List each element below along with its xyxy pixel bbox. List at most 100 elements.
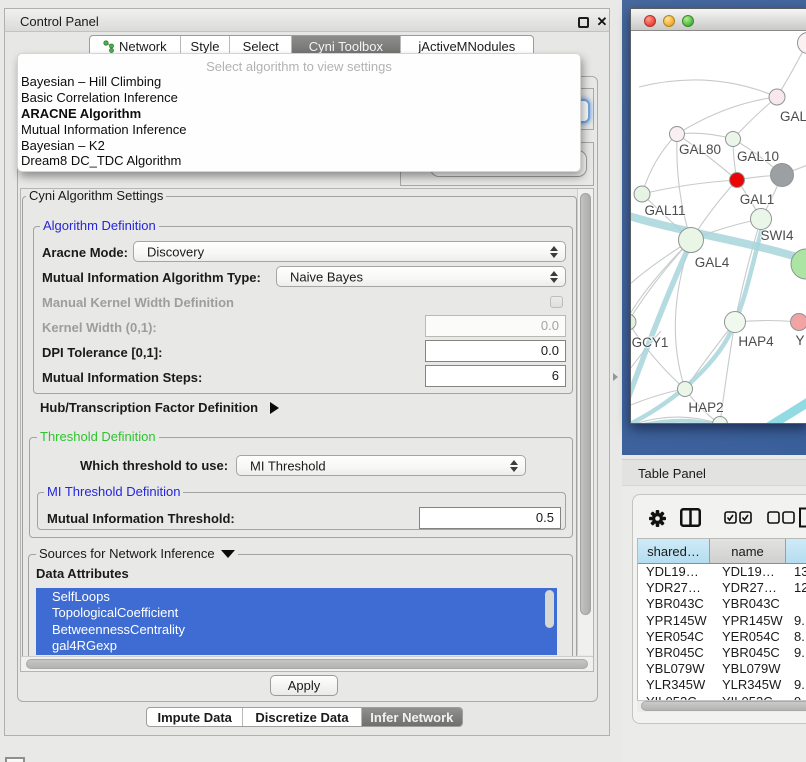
network-node-SWI4[interactable] [751,209,772,230]
which-threshold-select[interactable]: MI Threshold [236,455,526,476]
tab-jactivemnodules-label: jActiveMNodules [418,39,515,54]
table-row[interactable]: YER054CYER054C8. [638,629,806,645]
mi-steps-label: Mutual Information Steps: [42,370,202,385]
tab-discretize-data[interactable]: Discretize Data [243,708,361,726]
data-attribute-item[interactable]: TopologicalCoefficient [36,605,557,621]
data-attributes-list[interactable]: SelfLoopsTopologicalCoefficientBetweenne… [36,588,557,655]
table-row[interactable]: YDR27…YDR27…12 [638,580,806,596]
algorithm-option[interactable]: Dream8 DC_TDC Algorithm [18,153,580,169]
network-node-label: GAL10 [737,149,779,164]
float-window-icon[interactable] [578,17,589,28]
network-node-salmon-node[interactable] [791,314,806,331]
table-cell: YBR043C [710,596,786,612]
column-header-shared-name[interactable]: shared… [638,539,710,563]
network-edge[interactable] [677,133,733,139]
table-cell: YDR27… [638,580,710,596]
algorithm-option[interactable]: Basic Correlation Inference [18,90,580,106]
network-node-label: GAL2 [780,109,806,124]
network-node-gray-node[interactable] [771,164,794,187]
network-node-HAP2[interactable] [678,382,693,397]
table-row[interactable]: YDL19…YDL19…13 [638,564,806,580]
kernel-width-field[interactable]: 0.0 [425,315,566,337]
network-edge[interactable] [631,240,691,335]
zoom-traffic-light[interactable] [682,15,694,27]
table-row[interactable]: YLR345WYLR345W9. [638,677,806,693]
column-header-extra[interactable] [786,539,806,563]
mi-threshold-field[interactable]: 0.5 [419,507,561,529]
column-header-name[interactable]: name [710,539,786,563]
show-columns-icon[interactable] [724,511,752,524]
aracne-mode-value: Discovery [147,244,204,259]
aracne-mode-select[interactable]: Discovery [133,241,566,262]
network-node-label: GAL80 [679,142,721,157]
document-icon[interactable] [798,507,806,528]
dpi-tolerance-field[interactable]: 0.0 [425,340,566,362]
close-icon[interactable]: ✕ [594,12,610,30]
combo-arrows-icon [550,242,558,261]
settings-vscrollbar-thumb[interactable] [580,193,591,615]
algorithm-option[interactable]: ARACNE Algorithm [18,106,580,122]
algorithm-option[interactable]: Bayesian – Hill Climbing [18,74,580,90]
table-cell: YLR345W [638,677,710,693]
minimize-traffic-light[interactable] [663,15,675,27]
settings-hscrollbar-thumb[interactable] [26,659,588,669]
combo-arrows-icon [510,456,518,475]
table-cell: YER054C [710,629,786,645]
table-cell: YBR045C [638,645,710,661]
data-attribute-item[interactable]: gal4RGexp [36,638,557,654]
close-traffic-light[interactable] [644,15,656,27]
split-columns-icon[interactable] [680,508,701,527]
algorithm-option[interactable]: Mutual Information Inference [18,122,580,138]
table-cell [786,661,806,677]
network-node-GAL4[interactable] [679,228,704,253]
network-node-GAL2[interactable] [769,89,785,105]
network-edge[interactable] [642,134,677,194]
table-cell: YLR345W [710,677,786,693]
tab-infer-network[interactable]: Infer Network [362,708,462,726]
mi-steps-field[interactable]: 6 [425,365,566,387]
network-window-titlebar[interactable] [631,9,806,31]
network-node-GCY1[interactable] [631,314,636,330]
manual-kernel-checkbox[interactable] [550,296,563,308]
gear-icon[interactable] [648,509,667,528]
manual-kernel-label: Manual Kernel Width Definition [42,295,234,310]
mi-type-select[interactable]: Naive Bayes [276,266,566,287]
sources-group-title[interactable]: Sources for Network Inference [36,547,238,561]
table-cell: 13 [786,564,806,580]
network-node-GAL1[interactable] [730,173,745,188]
network-node-GAL11[interactable] [634,186,650,202]
data-attribute-item[interactable]: BetweennessCentrality [36,622,557,638]
network-node-top-partial[interactable] [798,33,806,54]
network-node-HAP4[interactable] [725,312,746,333]
network-canvas[interactable]: GAL2GAL80GAL10GAL1GAL11GAL4SWI4GCY1HAP4Y… [631,31,806,423]
table-row[interactable]: YBR045CYBR045C9. [638,645,806,661]
split-divider-arrow-icon[interactable] [613,373,618,381]
hub-definition-expander[interactable]: Hub/Transcription Factor Definition [40,400,279,415]
attributes-list-scrollbar[interactable] [545,590,554,628]
network-node-bottom-node[interactable] [713,417,728,424]
algorithm-option[interactable]: Bayesian – K2 [18,138,580,154]
network-icon [103,40,115,53]
which-threshold-label: Which threshold to use: [80,458,228,473]
network-node-GAL10[interactable] [726,132,741,147]
apply-button[interactable]: Apply [270,675,338,696]
mi-threshold-group-title: MI Threshold Definition [44,485,183,499]
table-hscrollbar-thumb[interactable] [641,701,806,711]
network-edge[interactable] [639,80,777,97]
minimized-window-icon[interactable] [5,757,25,762]
network-edge-highlighted[interactable] [757,398,806,423]
network-node-label: GCY1 [632,335,669,350]
network-edge[interactable] [677,97,777,134]
data-attribute-item[interactable]: SelfLoops [36,589,557,605]
network-edge[interactable] [642,180,737,194]
table-row[interactable]: YPR145WYPR145W9. [638,613,806,629]
table-cell [786,596,806,612]
network-edge-highlighted[interactable] [631,421,749,423]
network-edge[interactable] [733,97,777,139]
table-cell: YBR045C [710,645,786,661]
table-row[interactable]: YBR043CYBR043C [638,596,806,612]
hide-columns-icon[interactable] [767,511,795,524]
table-row[interactable]: YBL079WYBL079W [638,661,806,677]
network-node-GAL80[interactable] [670,127,685,142]
tab-impute-data[interactable]: Impute Data [147,708,243,726]
